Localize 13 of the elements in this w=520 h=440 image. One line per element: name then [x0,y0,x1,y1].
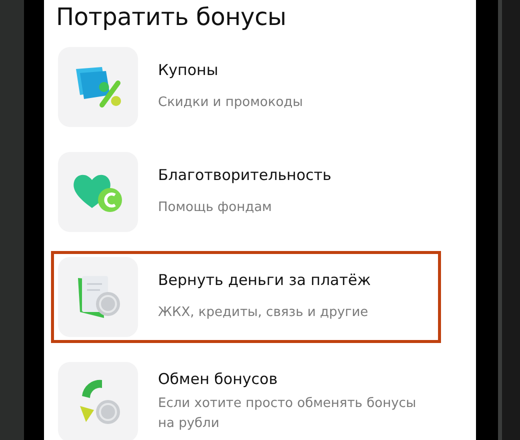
menu-item[interactable]: Купоны Скидки и промокоды [51,44,441,130]
menu-item[interactable]: Обмен бонусов Если хотите просто обменять бонусы на рубли [51,359,441,440]
item-title: Вернуть деньги за платёж [158,271,371,289]
item-subtitle: Скидки и промокоды [158,94,303,112]
menu-item[interactable]: Благотворительность Помощь фондам [51,149,441,235]
item-subtitle: Помощь фондам [158,199,273,217]
item-subtitle: Если хотите просто обменять бонусы на рубли [158,395,418,433]
item-title: Купоны [158,61,220,79]
item-title: Обмен бонусов [158,370,279,388]
item-subtitle: ЖКХ, кредиты, связь и другие [158,304,370,322]
section-title: Потратить бонусы [56,2,288,33]
menu-item[interactable]: Вернуть деньги за платёж ЖКХ, кредиты, связь и другие [51,251,441,343]
item-title: Благотворительность [158,166,332,184]
